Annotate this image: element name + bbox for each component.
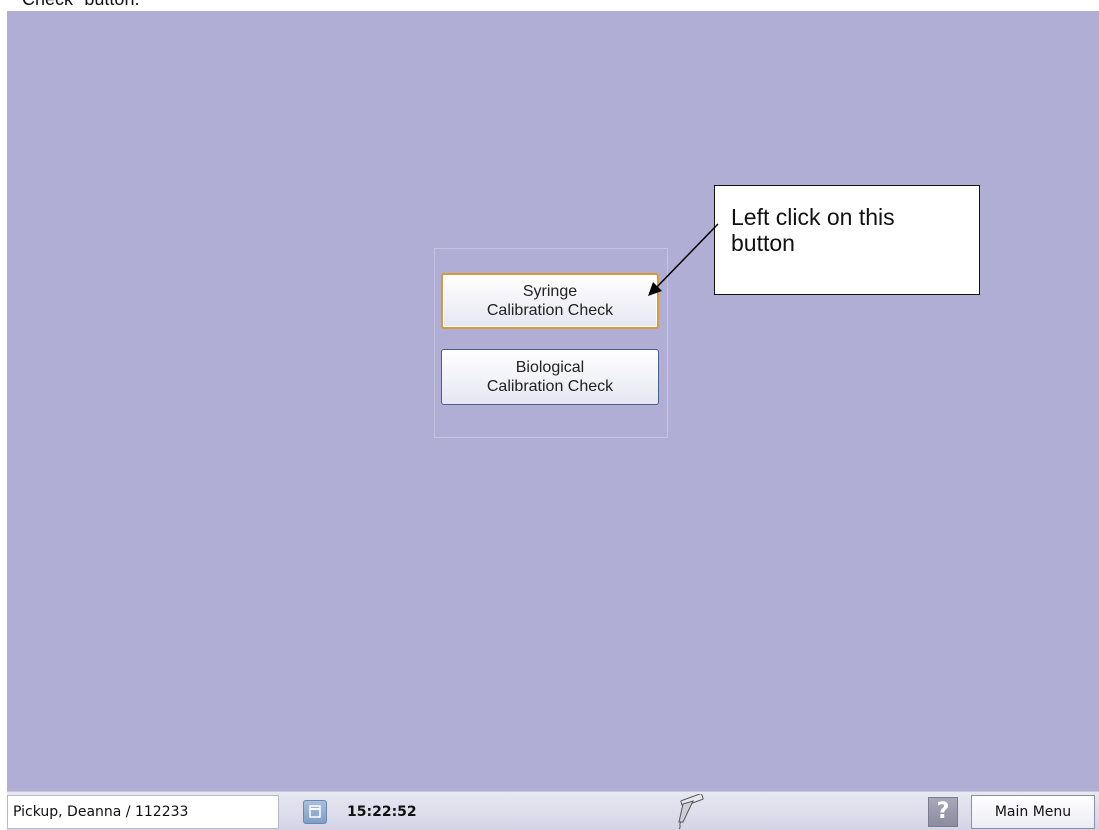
callout-text: Left click on this button — [731, 204, 895, 256]
clock-time: 15:22:52 — [347, 804, 417, 820]
syringe-calibration-check-button[interactable]: Syringe Calibration Check — [441, 273, 659, 329]
help-button[interactable]: ? — [928, 797, 958, 827]
biological-button-line1: Biological — [515, 359, 585, 376]
main-menu-button[interactable]: Main Menu — [971, 795, 1095, 829]
biological-calibration-check-button[interactable]: Biological Calibration Check — [441, 349, 659, 405]
status-bar: Pickup, Deanna / 112233 15:22:52 ? Main … — [7, 791, 1099, 830]
biological-button-line2: Calibration Check — [486, 378, 614, 395]
pipette-icon — [678, 794, 704, 830]
restore-window-glyph — [309, 805, 321, 818]
syringe-button-line2: Calibration Check — [486, 302, 614, 319]
screenshot-root: Check" button. Syringe Calibration Check… — [0, 0, 1099, 830]
syringe-button-line1: Syringe — [522, 283, 578, 300]
restore-window-icon[interactable] — [303, 800, 327, 824]
document-caption-fragment: Check" button. — [22, 0, 139, 10]
instruction-callout: Left click on this button — [714, 185, 980, 295]
patient-name-field: Pickup, Deanna / 112233 — [7, 795, 279, 829]
